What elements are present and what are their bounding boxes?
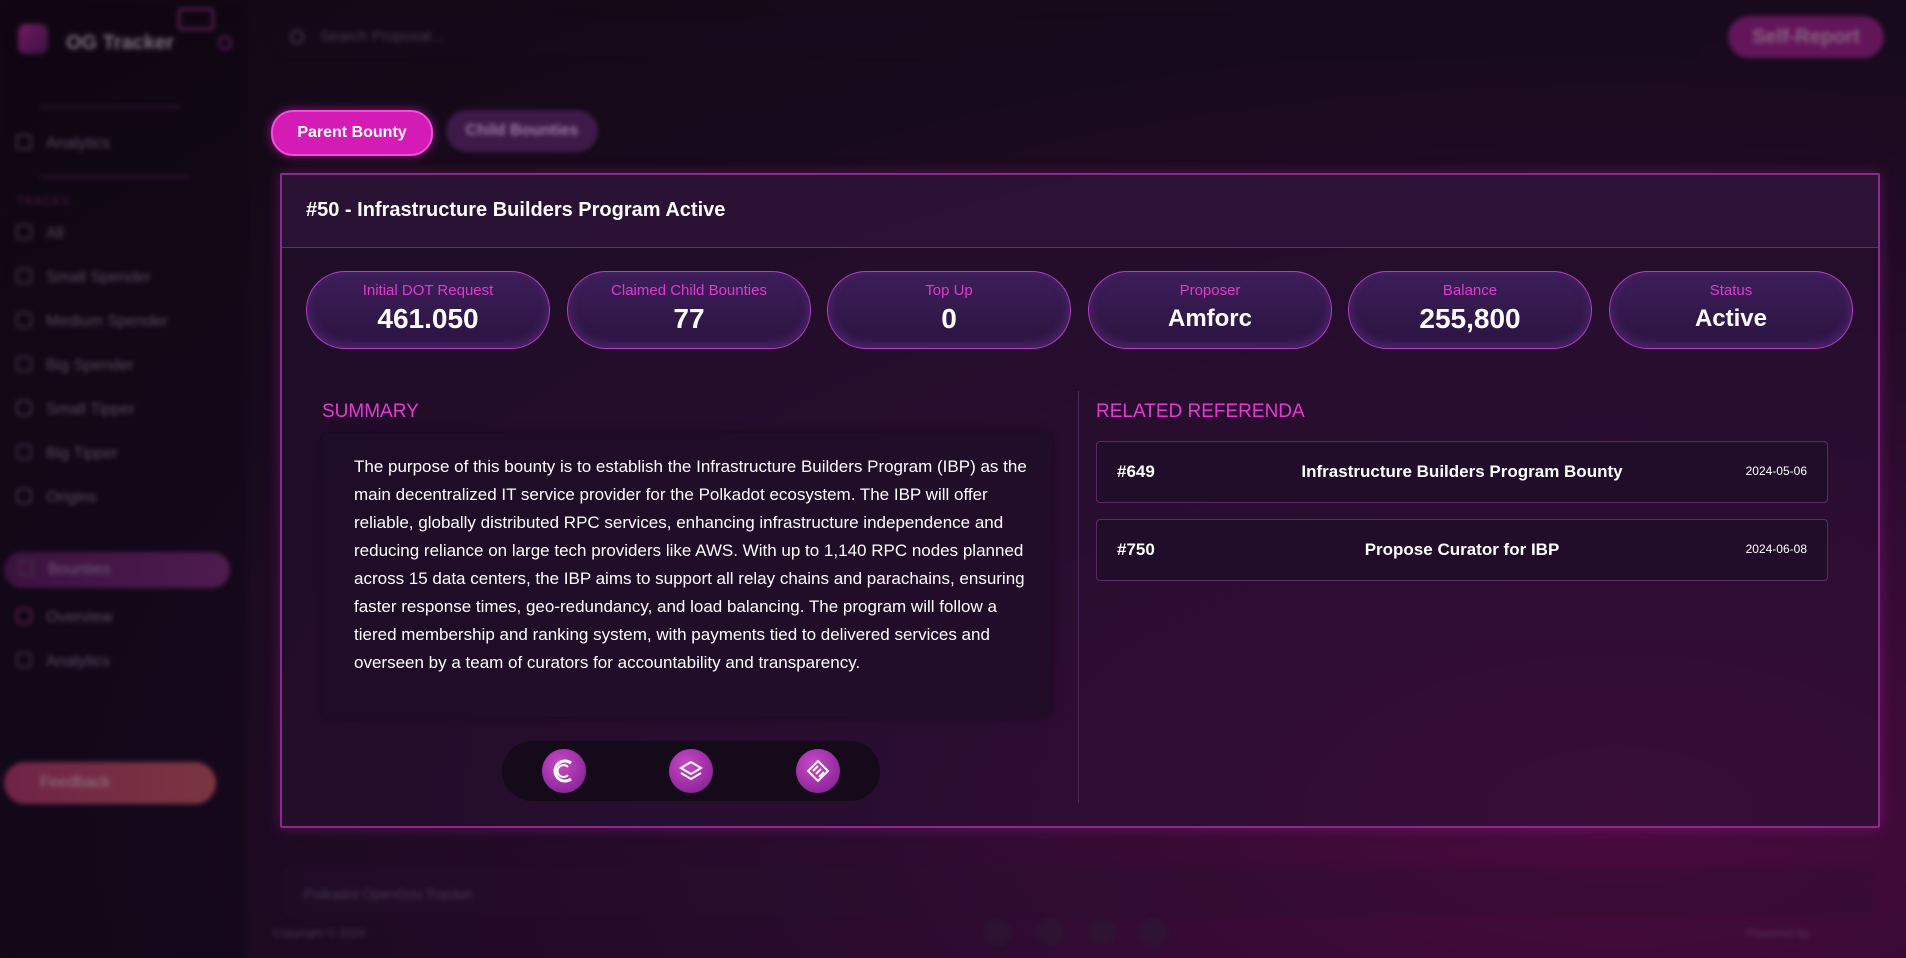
sidebar-item-small-spender[interactable]: Small Spender xyxy=(16,268,151,287)
sidebar-item-big-spender[interactable]: Big Spender xyxy=(16,356,134,375)
referendum-id: #649 xyxy=(1117,462,1155,481)
footer-bar-text: Polkadot OpenGov Tracker xyxy=(304,886,473,902)
stat-value: 0 xyxy=(941,303,957,334)
chat-icon[interactable] xyxy=(178,8,214,30)
sidebar-section-title: TRACKS xyxy=(16,194,71,208)
referendum-title: Propose Curator for IBP xyxy=(1364,540,1560,559)
chart-icon xyxy=(16,134,32,150)
social-icon[interactable] xyxy=(1088,918,1116,946)
search-input[interactable]: Search Proposal... xyxy=(276,18,1696,56)
bounty-title: #50 - Infrastructure Builders Program Ac… xyxy=(306,199,726,221)
dot-icon xyxy=(16,652,32,668)
summary-box: The purpose of this bounty is to establi… xyxy=(322,433,1052,717)
referendum-date: 2024-06-08 xyxy=(1745,542,1807,556)
stat-proposer: Proposer Amforc xyxy=(1088,271,1332,349)
sidebar-item-overview[interactable]: Overview xyxy=(16,608,113,627)
stat-value: 255,800 xyxy=(1419,303,1521,334)
feedback-label: Feedback xyxy=(40,774,111,791)
stat-top-up: Top Up 0 xyxy=(827,271,1071,349)
chevron-right-icon xyxy=(16,312,32,328)
chevron-right-icon xyxy=(16,224,32,240)
stat-label: Proposer xyxy=(1179,282,1241,299)
stat-label: Initial DOT Request xyxy=(362,282,494,299)
external-links-bar xyxy=(502,741,880,801)
referendum-row[interactable]: Propose Curator for IBP #750 2024-06-08 xyxy=(1096,519,1828,581)
stat-value: 461.050 xyxy=(377,303,479,334)
column-divider xyxy=(1078,391,1079,803)
sidebar: OG Tracker Analytics TRACKS All Small Sp… xyxy=(0,0,245,958)
stat-status: Status Active xyxy=(1609,271,1853,349)
social-icon[interactable] xyxy=(1036,918,1064,946)
divider xyxy=(40,176,190,178)
settings-icon[interactable] xyxy=(218,36,232,50)
search-icon xyxy=(290,30,304,44)
referendum-title: Infrastructure Builders Program Bounty xyxy=(1301,462,1623,481)
stat-value: Amforc xyxy=(1167,305,1252,332)
social-icon[interactable] xyxy=(984,918,1012,946)
tab-child-bounties[interactable]: Child Bounties xyxy=(446,110,598,152)
sidebar-item-medium-spender[interactable]: Medium Spender xyxy=(16,312,168,331)
sidebar-item-all[interactable]: All xyxy=(16,224,64,243)
footer-bar: Polkadot OpenGov Tracker xyxy=(284,866,1874,916)
chevron-right-icon xyxy=(16,444,32,460)
referendum-id: #750 xyxy=(1117,540,1155,559)
sidebar-item-origins[interactable]: Origins xyxy=(16,488,97,507)
referendum-date: 2024-05-06 xyxy=(1745,464,1807,478)
app-logo xyxy=(18,24,48,54)
subsquare-icon[interactable] xyxy=(542,749,586,793)
stat-label: Balance xyxy=(1442,282,1498,299)
self-report-button[interactable]: Self-Report xyxy=(1728,16,1884,58)
chevron-right-icon xyxy=(16,400,32,416)
search-placeholder: Search Proposal... xyxy=(320,28,444,45)
app-title: OG Tracker xyxy=(66,32,174,54)
stat-balance: Balance 255,800 xyxy=(1348,271,1592,349)
stat-claimed-child-bounties: Claimed Child Bounties 77 xyxy=(567,271,811,349)
sidebar-item-small-tipper[interactable]: Small Tipper xyxy=(16,400,135,419)
bounty-panel: #50 - Infrastructure Builders Program Ac… xyxy=(280,173,1880,828)
tab-parent-bounty[interactable]: Parent Bounty xyxy=(271,110,433,156)
panel-header: #50 - Infrastructure Builders Program Ac… xyxy=(282,175,1878,248)
sidebar-item-analytics[interactable]: Analytics xyxy=(16,134,110,153)
summary-title: SUMMARY xyxy=(322,401,419,422)
powered-by-text: Powered by xyxy=(1746,926,1810,940)
chevron-right-icon xyxy=(16,268,32,284)
divider xyxy=(40,106,180,108)
referendum-row[interactable]: Infrastructure Builders Program Bounty #… xyxy=(1096,441,1828,503)
chevron-right-icon xyxy=(16,488,32,504)
chevron-right-icon xyxy=(16,356,32,372)
summary-text: The purpose of this bounty is to establi… xyxy=(354,457,1027,672)
sidebar-item-bounties-label: Bounties xyxy=(18,560,110,579)
sidebar-item-bounty-analytics[interactable]: Analytics xyxy=(16,652,110,671)
trophy-icon xyxy=(18,560,34,576)
stat-label: Top Up xyxy=(925,282,973,299)
stat-initial-dot-request: Initial DOT Request 461.050 xyxy=(306,271,550,349)
related-referenda-title: RELATED REFERENDA xyxy=(1096,401,1305,422)
stat-value: Active xyxy=(1694,305,1768,332)
stat-label: Status xyxy=(1709,282,1753,299)
stat-label: Claimed Child Bounties xyxy=(611,282,767,299)
sidebar-item-big-tipper[interactable]: Big Tipper xyxy=(16,444,118,463)
subscan-icon[interactable] xyxy=(796,749,840,793)
stat-value: 77 xyxy=(673,303,705,334)
copyright-text: Copyright © 2024 xyxy=(272,926,366,940)
polkassembly-icon[interactable] xyxy=(669,749,713,793)
social-icon[interactable] xyxy=(1140,918,1168,946)
dot-icon xyxy=(16,608,32,624)
